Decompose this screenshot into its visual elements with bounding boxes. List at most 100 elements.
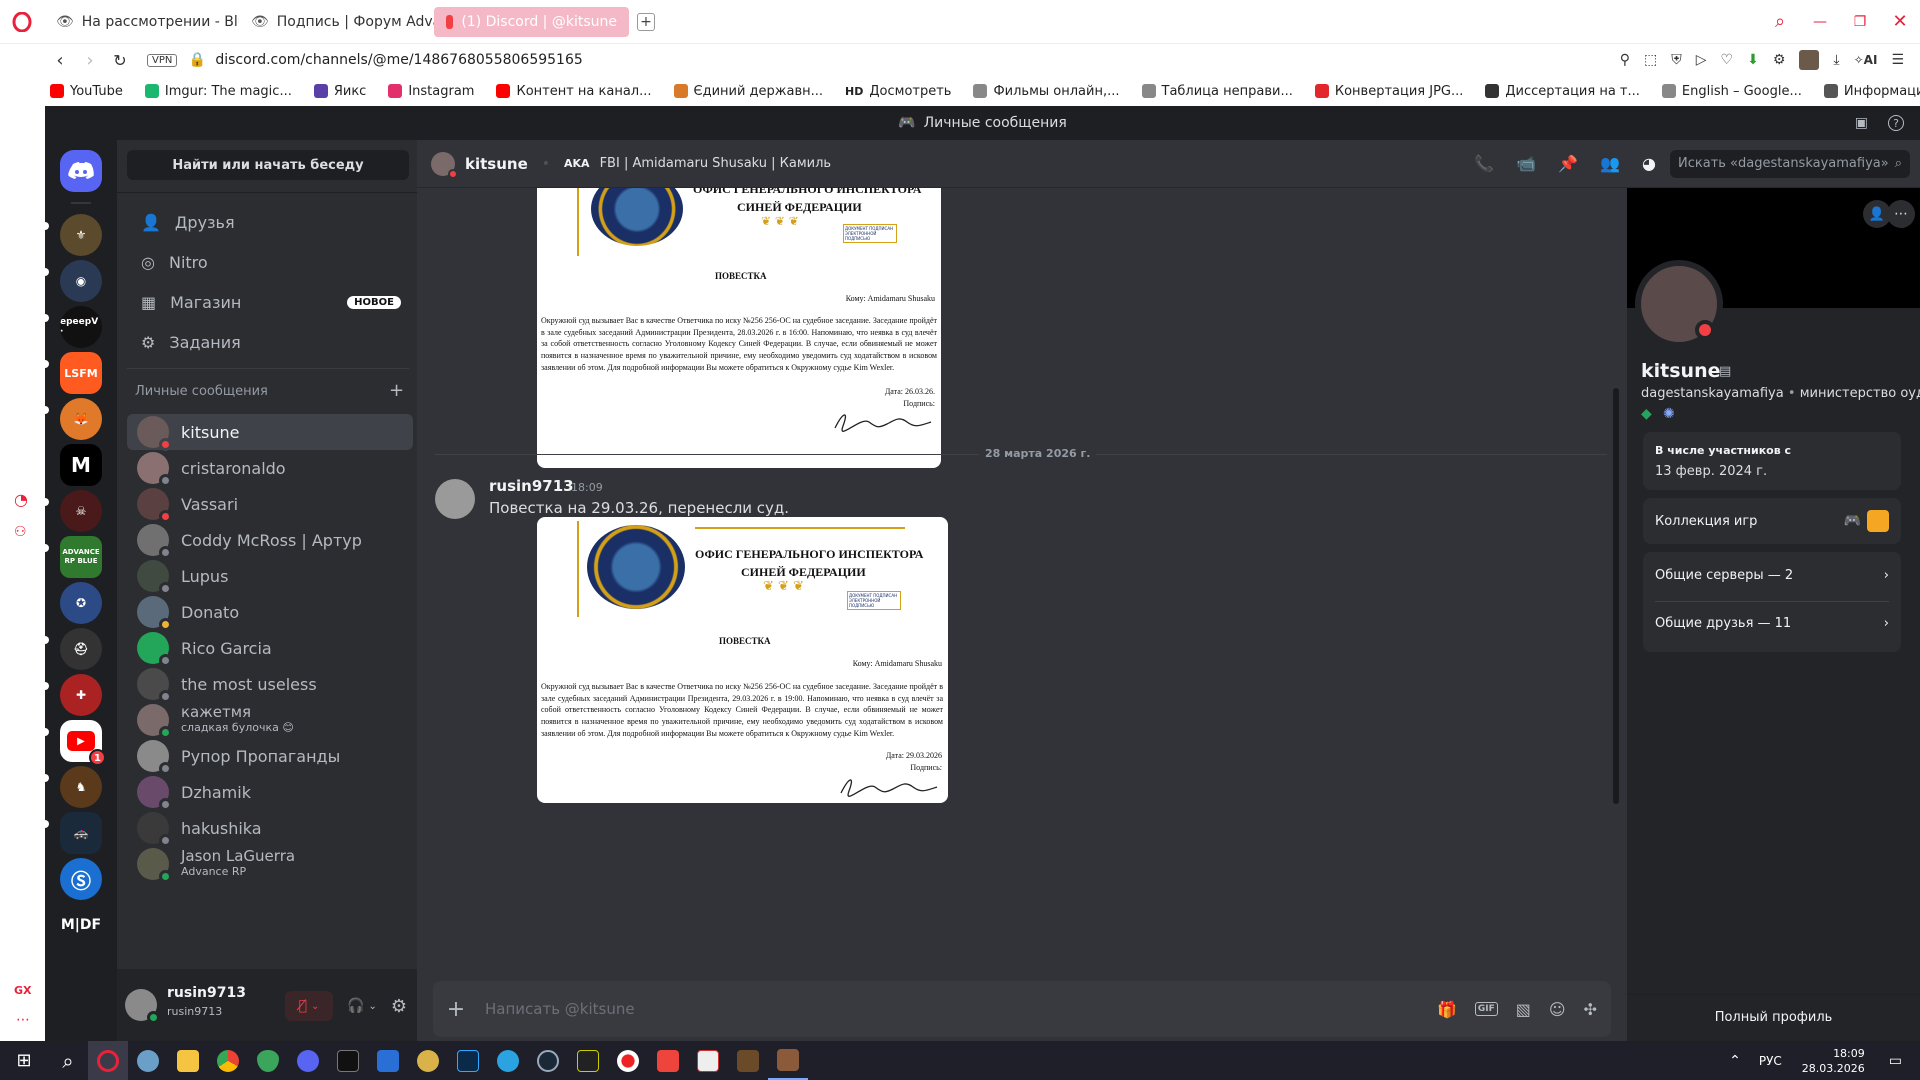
bookmark-item[interactable]: YouTube bbox=[50, 84, 123, 99]
forward-icon[interactable]: › bbox=[75, 50, 105, 71]
shield-icon[interactable]: ⛨ bbox=[1671, 52, 1682, 68]
reload-icon[interactable]: ↻ bbox=[105, 51, 135, 70]
server-youtube[interactable]: ▶ 1 bbox=[60, 720, 106, 766]
profile-avatar[interactable] bbox=[1799, 50, 1820, 70]
dm-item[interactable]: Dzhamik bbox=[127, 774, 413, 811]
taskbar-app-2[interactable] bbox=[128, 1041, 168, 1080]
mutual-servers-card[interactable]: Общие серверы — 2 › Общие друзья — 11 › bbox=[1643, 552, 1901, 652]
browser-tab-1[interactable]: 👁 На рассмотрении - Blue bbox=[44, 7, 239, 37]
menu-icon[interactable]: ☰ bbox=[1891, 52, 1904, 68]
user-name[interactable]: rusin9713 bbox=[167, 985, 246, 1001]
dm-item[interactable]: Coddy McRoss | Артур bbox=[127, 522, 413, 559]
history-icon[interactable]: ◔ bbox=[14, 490, 28, 509]
taskbar-telegram[interactable] bbox=[488, 1041, 528, 1080]
dm-item[interactable]: Rico Garcia bbox=[127, 630, 413, 667]
server-mdf[interactable]: M|DF bbox=[60, 904, 102, 946]
dm-item[interactable]: cristaronaldo bbox=[127, 450, 413, 487]
game-collection-card[interactable]: Коллекция игр 🎮 bbox=[1643, 498, 1901, 544]
bookmark-item[interactable]: Єдиний державн... bbox=[673, 84, 823, 99]
taskbar-app-9[interactable] bbox=[368, 1041, 408, 1080]
browser-tab-2[interactable]: 👁 Подпись | Форум Advanc bbox=[239, 7, 434, 37]
dm-item[interactable]: kitsune bbox=[127, 414, 413, 451]
bookmark-item[interactable]: English – Google... bbox=[1661, 84, 1802, 99]
dm-item[interactable]: the most useless bbox=[127, 666, 413, 703]
start-button[interactable]: ⊞ bbox=[0, 1041, 48, 1080]
server-m[interactable]: M bbox=[60, 444, 102, 486]
search-button[interactable]: ⌕ bbox=[48, 1041, 88, 1080]
voice-call-icon[interactable]: 📞 bbox=[1474, 154, 1494, 173]
taskbar-chrome[interactable] bbox=[208, 1041, 248, 1080]
add-friend-icon[interactable]: 👥 bbox=[1600, 154, 1620, 173]
server-advance[interactable]: ADVANCE RP BLUE bbox=[60, 536, 102, 578]
browser-tab-3[interactable]: (1) Discord | @kitsune bbox=[434, 6, 629, 37]
server-15[interactable]: Ⓢ bbox=[60, 858, 102, 900]
maximize-button[interactable]: ❐ bbox=[1840, 14, 1880, 30]
message-input[interactable]: Написать @kitsune bbox=[485, 1000, 1437, 1018]
nav-quests[interactable]: ⚙ Задания bbox=[127, 322, 413, 362]
server-9[interactable]: ✪ bbox=[60, 582, 102, 624]
video-call-icon[interactable]: 📹 bbox=[1516, 154, 1536, 173]
bookmark-item[interactable]: Конвертация JPG... bbox=[1314, 84, 1463, 99]
home-button[interactable] bbox=[60, 150, 102, 192]
attachment-image-2[interactable]: ОФИС ГЕНЕРАЛЬНОГО ИНСПЕКТОРА СИНЕЙ ФЕДЕР… bbox=[537, 517, 948, 803]
pinned-icon[interactable]: 📌 bbox=[1558, 154, 1578, 173]
header-username[interactable]: kitsune bbox=[465, 155, 528, 173]
taskbar-photoshop[interactable] bbox=[448, 1041, 488, 1080]
server-lsfm[interactable]: LSFM bbox=[60, 352, 102, 394]
settings-button[interactable]: ⚙ bbox=[385, 991, 413, 1021]
clock[interactable]: 18:09 28.03.2026 bbox=[1802, 1046, 1865, 1076]
bookmark-item[interactable]: Таблица неправи... bbox=[1141, 84, 1293, 99]
tray-chevron-icon[interactable]: ⌃ bbox=[1729, 1053, 1741, 1069]
server-1[interactable]: ⚜ bbox=[60, 214, 102, 256]
taskbar-txd[interactable] bbox=[568, 1041, 608, 1080]
heart-icon[interactable]: ♡ bbox=[1721, 52, 1734, 68]
server-2[interactable]: ◉ bbox=[60, 260, 102, 302]
headset-button[interactable]: 🎧 ⌄ bbox=[339, 991, 385, 1021]
gift-icon[interactable]: 🎁 bbox=[1437, 1000, 1457, 1019]
attachment-image-1[interactable]: ОФИС ГЕНЕРАЛЬНОГО ИНСПЕКТОРА СИНЕЙ ФЕДЕР… bbox=[537, 188, 941, 468]
taskbar-game-2[interactable] bbox=[768, 1041, 808, 1080]
taskbar-discord[interactable] bbox=[288, 1041, 328, 1080]
taskbar-game-1[interactable] bbox=[728, 1041, 768, 1080]
taskbar-defender[interactable] bbox=[248, 1041, 288, 1080]
full-profile-button[interactable]: Полный профиль bbox=[1627, 1010, 1920, 1025]
mutual-servers[interactable]: Общие серверы — 2 › bbox=[1655, 568, 1889, 583]
sticker-icon[interactable]: ▧ bbox=[1516, 1000, 1531, 1019]
dm-item[interactable]: Jason LaGuerra Advance RP bbox=[127, 846, 413, 883]
more-icon[interactable]: ⋯ bbox=[1887, 200, 1915, 228]
mute-button[interactable]: 🎙̸ ⌄ bbox=[285, 991, 333, 1021]
dm-item[interactable]: кажетмя сладкая булочка 😊 bbox=[127, 702, 413, 739]
new-tab-button[interactable]: + bbox=[637, 12, 655, 31]
gif-icon[interactable]: GIF bbox=[1474, 1002, 1498, 1016]
nav-friends[interactable]: 👤 Друзья bbox=[127, 202, 413, 242]
pin-icon[interactable]: ⚲ bbox=[1620, 52, 1630, 68]
dm-item[interactable]: Lupus bbox=[127, 558, 413, 595]
downloads-icon[interactable]: ⤓ bbox=[1833, 52, 1839, 68]
aria-ai-button[interactable]: ✧AI bbox=[1854, 53, 1878, 67]
create-dm-button[interactable]: + bbox=[389, 380, 404, 401]
taskbar-opera[interactable] bbox=[88, 1041, 128, 1080]
server-3[interactable]: ерeeрV · bbox=[60, 306, 102, 348]
taskbar-explorer[interactable] bbox=[168, 1041, 208, 1080]
play-icon[interactable]: ▷ bbox=[1696, 52, 1707, 68]
back-icon[interactable]: ‹ bbox=[45, 50, 75, 71]
chat-scrollbar[interactable] bbox=[1613, 388, 1619, 804]
bookmark-item[interactable]: Instagram bbox=[388, 84, 474, 99]
taskbar-terminal[interactable] bbox=[328, 1041, 368, 1080]
dm-item[interactable]: Vassari bbox=[127, 486, 413, 523]
snapshot-icon[interactable]: ⬚ bbox=[1644, 52, 1657, 68]
note-icon[interactable]: ▤ bbox=[1719, 364, 1731, 379]
inbox-icon[interactable]: ▣ bbox=[1855, 115, 1868, 131]
opera-logo-icon[interactable] bbox=[0, 0, 44, 44]
bookmark-item[interactable]: Фильмы онлайн,... bbox=[973, 84, 1120, 99]
server-13[interactable]: ♞ bbox=[60, 766, 102, 808]
bookmark-item[interactable]: Диссертация на т... bbox=[1485, 84, 1640, 99]
help-icon[interactable]: ? bbox=[1888, 115, 1904, 131]
find-conversation-button[interactable]: Найти или начать беседу bbox=[127, 150, 409, 180]
gx-label[interactable]: GX bbox=[14, 984, 32, 997]
server-14[interactable]: 🚓 bbox=[60, 812, 102, 854]
taskbar-anydesk[interactable] bbox=[648, 1041, 688, 1080]
more-icon[interactable]: ⋯ bbox=[16, 1012, 30, 1028]
extension-download-icon[interactable]: ⬇ bbox=[1747, 52, 1759, 68]
header-search-input[interactable]: Искать «dagestanskayamafiya» ⌕ bbox=[1670, 149, 1910, 178]
